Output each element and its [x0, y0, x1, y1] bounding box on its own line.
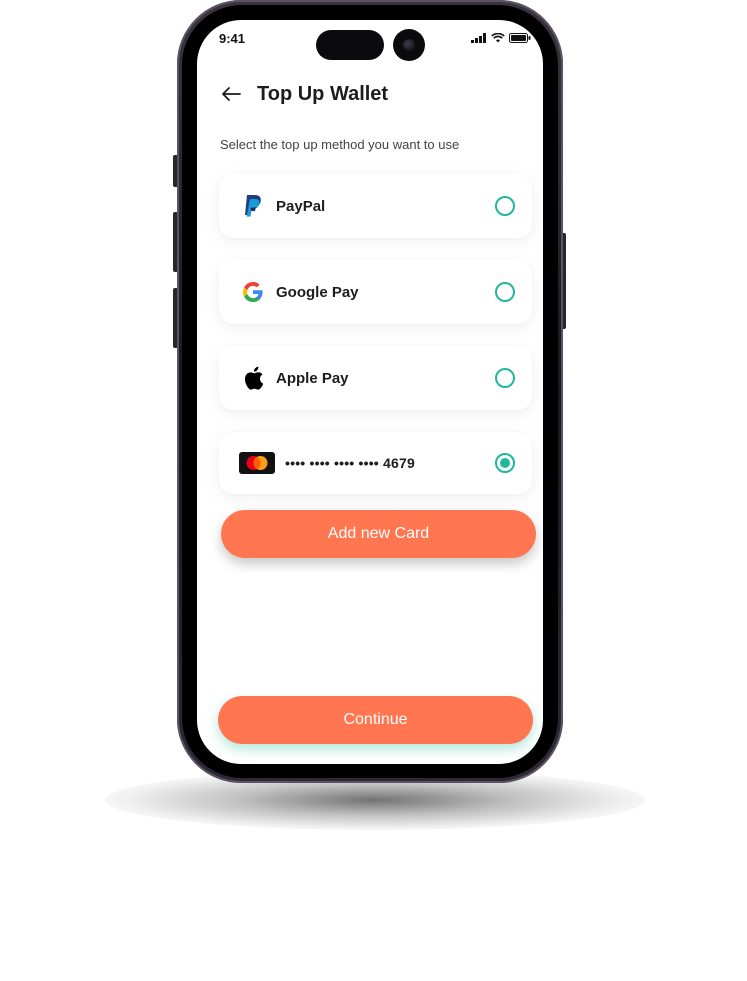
method-label: Google Pay — [276, 283, 359, 301]
add-new-card-button[interactable]: Add new Card — [221, 510, 536, 558]
paypal-icon — [239, 192, 267, 220]
stage: 9:41 Top Up Wallet Select the top up met… — [0, 0, 747, 981]
back-button[interactable] — [219, 82, 243, 106]
arrow-left-icon — [222, 87, 241, 101]
payment-method-list: PayPal Google Pay Apple Pay •••• •••• ••… — [219, 174, 532, 494]
dynamic-island — [316, 30, 384, 60]
radio-button[interactable] — [495, 282, 515, 302]
continue-button[interactable]: Continue — [218, 696, 533, 744]
card-number: •••• •••• •••• •••• 4679 — [285, 455, 415, 471]
wifi-icon — [491, 33, 505, 43]
status-time: 9:41 — [219, 31, 246, 46]
method-label: PayPal — [276, 197, 326, 215]
phone-screen: 9:41 Top Up Wallet Select the top up met… — [197, 20, 543, 764]
page-header: Top Up Wallet — [219, 82, 388, 106]
page-title: Top Up Wallet — [257, 82, 389, 105]
google-icon — [239, 278, 267, 306]
status-icons — [471, 33, 531, 43]
payment-method-google-pay[interactable]: Google Pay — [219, 260, 532, 324]
mastercard-icon — [239, 452, 275, 474]
payment-method-paypal[interactable]: PayPal — [219, 174, 532, 238]
battery-icon — [509, 33, 531, 43]
radio-button-selected[interactable] — [495, 453, 515, 473]
apple-icon — [239, 364, 267, 392]
radio-button[interactable] — [495, 196, 515, 216]
camera-lens — [393, 29, 425, 61]
method-label: Apple Pay — [276, 369, 349, 387]
payment-method-apple-pay[interactable]: Apple Pay — [219, 346, 532, 410]
signal-icon — [471, 33, 486, 43]
instruction-text: Select the top up method you want to use — [220, 137, 460, 152]
radio-button[interactable] — [495, 368, 515, 388]
payment-method-saved-card[interactable]: •••• •••• •••• •••• 4679 — [219, 432, 532, 494]
